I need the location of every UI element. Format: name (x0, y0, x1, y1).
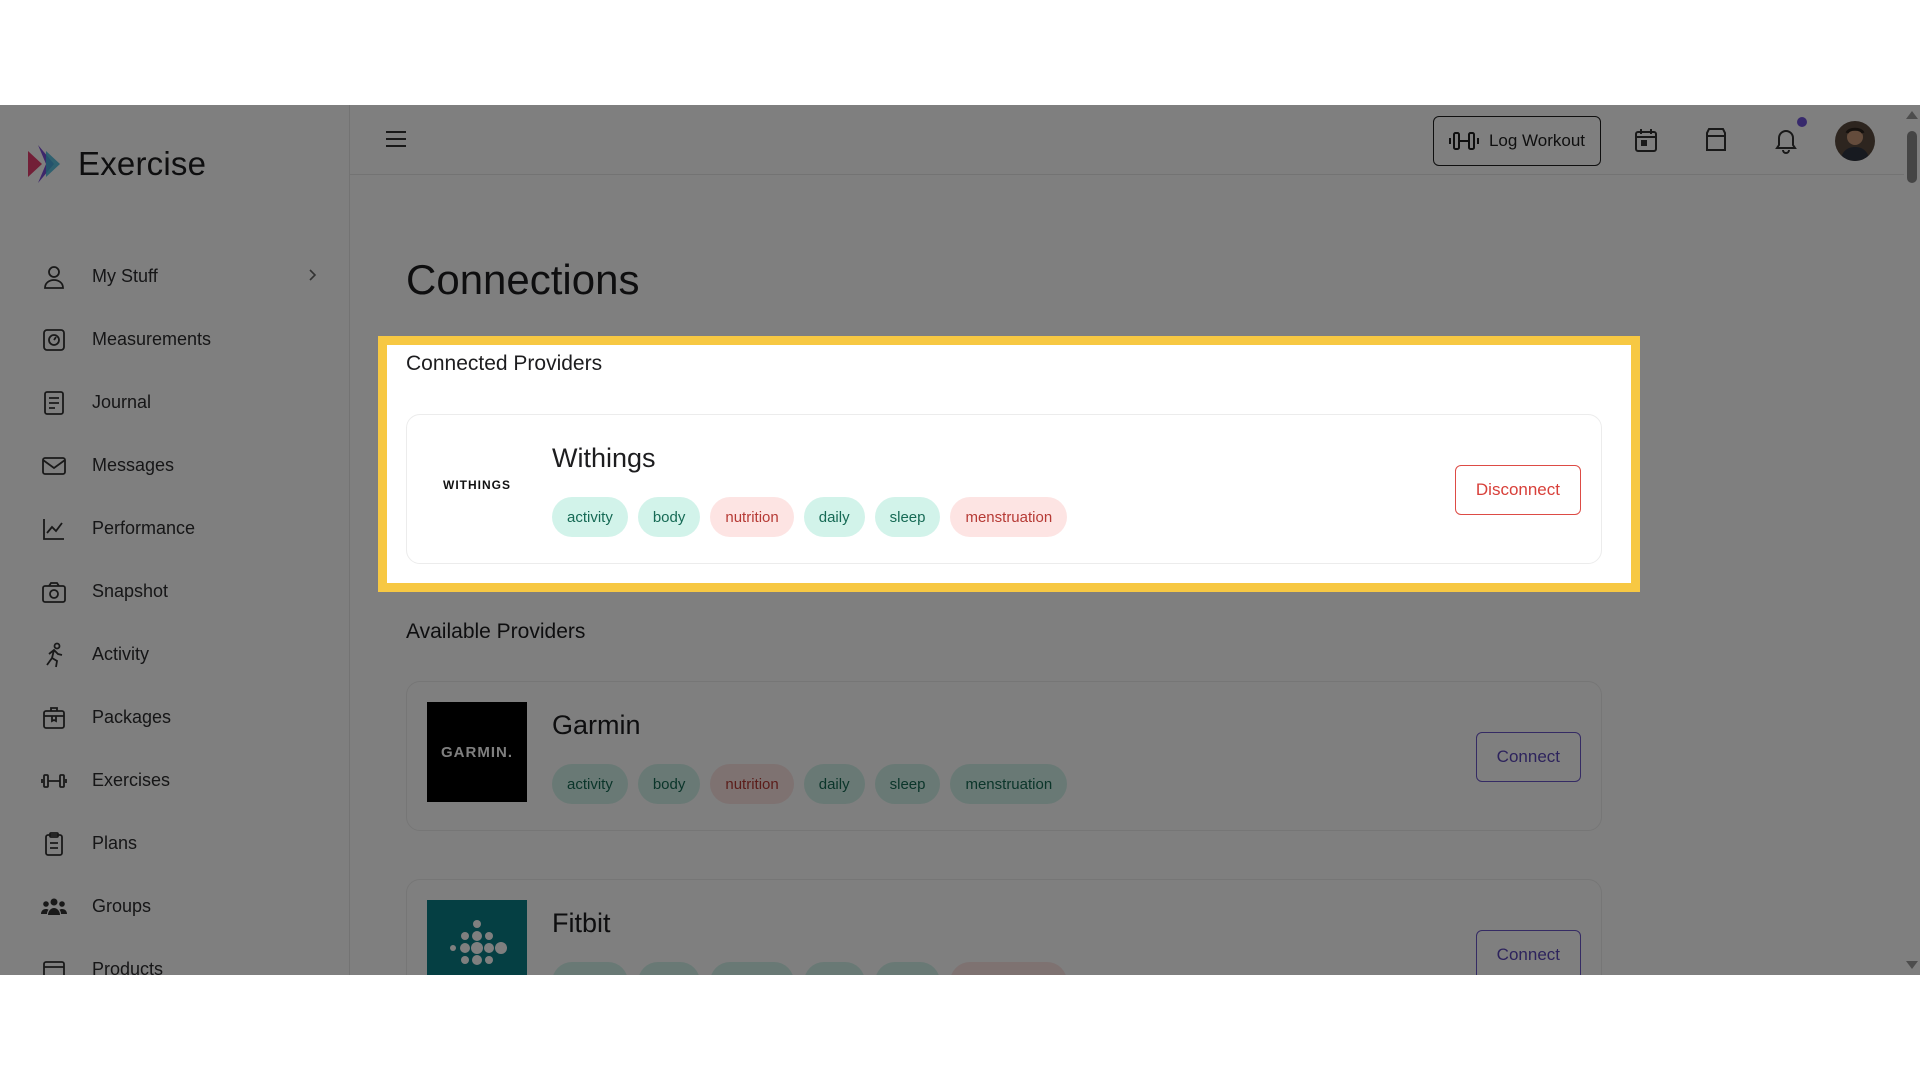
log-workout-label: Log Workout (1488, 131, 1586, 150)
journal-icon (44, 390, 64, 415)
sidebar-item-label: Plans (92, 833, 138, 853)
sidebar: Exercise My Stuff Measurements Journal M… (0, 105, 350, 975)
store-icon[interactable] (1702, 126, 1730, 154)
sidebar-item-snapshot[interactable]: Snapshot (40, 560, 320, 623)
tag: nutrition (710, 962, 794, 975)
scroll-thumb[interactable] (1907, 131, 1917, 183)
sidebar-item-plans[interactable]: Plans (40, 812, 320, 875)
page-title: Connections (406, 256, 640, 303)
run-icon (46, 642, 63, 667)
tag: menstruation (950, 497, 1068, 537)
withings-logo: WITHINGS (427, 435, 527, 535)
sidebar-item-label: Journal (92, 392, 152, 412)
tag: sleep (874, 764, 941, 804)
sidebar-item-messages[interactable]: Messages (40, 434, 320, 497)
garmin-logo: GARMIN. (427, 702, 527, 802)
app-title: Exercise (78, 145, 207, 182)
app-logo[interactable]: Exercise (24, 145, 206, 183)
tag: menstruation (950, 962, 1068, 975)
sidebar-item-label: Groups (92, 896, 152, 916)
highlighted-section: Connected Providers WITHINGS Withings ac… (378, 336, 1640, 592)
scroll-down-arrow-icon[interactable] (1906, 961, 1918, 969)
provider-tags: activity body nutrition daily sleep mens… (552, 497, 1068, 537)
tag: daily (803, 962, 865, 975)
tag: body (637, 764, 701, 804)
scrollbar[interactable] (1904, 105, 1920, 975)
calendar-icon[interactable] (1632, 126, 1660, 154)
tag: daily (803, 764, 865, 804)
sidebar-item-label: My Stuff (92, 266, 158, 286)
app-window: Exercise My Stuff Measurements Journal M… (0, 105, 1920, 975)
package-icon (43, 706, 65, 729)
tag: menstruation (950, 764, 1068, 804)
tag: sleep (874, 962, 941, 975)
sidebar-item-label: Messages (92, 455, 175, 475)
sidebar-item-activity[interactable]: Activity (40, 623, 320, 686)
scroll-up-arrow-icon[interactable] (1906, 111, 1918, 119)
sidebar-item-label: Measurements (92, 329, 212, 349)
sidebar-nav: My Stuff Measurements Journal Messages P… (40, 245, 320, 975)
chevron-right-icon (309, 269, 317, 281)
dumbbell-icon (1448, 132, 1479, 150)
provider-tags: activity body nutrition daily sleep mens… (552, 962, 1068, 975)
exercise-logo-icon (28, 145, 60, 183)
tag: activity (552, 497, 628, 537)
tag: sleep (874, 497, 941, 537)
sidebar-item-products[interactable]: Products (40, 938, 320, 975)
tag: nutrition (710, 764, 794, 804)
mail-icon (42, 456, 66, 475)
sidebar-item-measurements[interactable]: Measurements (40, 308, 320, 371)
dumbbell-icon (41, 773, 67, 788)
user-icon (44, 265, 64, 289)
tag: nutrition (710, 497, 794, 537)
provider-name: Withings (552, 443, 656, 473)
sidebar-item-label: Snapshot (92, 581, 169, 601)
group-icon (41, 898, 67, 915)
fitbit-dots-icon (450, 920, 507, 965)
sidebar-item-label: Products (92, 959, 164, 975)
provider-name: Garmin (552, 710, 641, 740)
fitbit-logo (427, 900, 527, 975)
tag: activity (552, 962, 628, 975)
provider-card-garmin: GARMIN. Garmin activity body nutrition d… (406, 681, 1602, 831)
sidebar-item-my-stuff[interactable]: My Stuff (40, 245, 320, 308)
connect-button-fitbit[interactable]: Connect (1475, 930, 1581, 975)
clipboard-icon (45, 831, 63, 856)
tag: body (637, 962, 701, 975)
sidebar-item-journal[interactable]: Journal (40, 371, 320, 434)
log-workout-button[interactable]: Log Workout (1433, 116, 1601, 166)
connect-button-garmin[interactable]: Connect (1475, 732, 1581, 782)
provider-name: Fitbit (552, 908, 611, 938)
scale-icon (43, 328, 65, 351)
products-icon (43, 960, 65, 975)
sidebar-item-label: Packages (92, 707, 172, 727)
tag: activity (552, 764, 628, 804)
provider-card-withings: WITHINGS Withings activity body nutritio… (406, 414, 1602, 564)
sidebar-item-groups[interactable]: Groups (40, 875, 320, 938)
sidebar-item-packages[interactable]: Packages (40, 686, 320, 749)
sidebar-item-label: Exercises (92, 770, 171, 790)
sidebar-item-performance[interactable]: Performance (40, 497, 320, 560)
user-avatar-icon (1835, 121, 1875, 161)
tag: daily (803, 497, 865, 537)
provider-tags: activity body nutrition daily sleep mens… (552, 764, 1068, 804)
bell-icon[interactable] (1772, 126, 1800, 154)
sidebar-item-label: Performance (92, 518, 196, 538)
avatar[interactable] (1835, 121, 1875, 161)
disconnect-button-withings[interactable]: Disconnect (1454, 465, 1581, 515)
notification-badge (1797, 117, 1807, 127)
withings-logo-text: WITHINGS (443, 478, 511, 492)
top-bar: Log Workout (350, 105, 1920, 175)
camera-icon (42, 581, 66, 603)
sidebar-item-label: Activity (92, 644, 150, 664)
tag: body (637, 497, 701, 537)
sidebar-item-exercises[interactable]: Exercises (40, 749, 320, 812)
available-providers-title: Available Providers (406, 620, 586, 643)
menu-icon[interactable] (382, 125, 410, 153)
garmin-logo-text: GARMIN. (441, 743, 513, 761)
provider-card-fitbit: Fitbit activity body nutrition daily sle… (406, 879, 1602, 975)
connected-providers-title: Connected Providers (406, 352, 603, 375)
chart-icon (43, 518, 64, 540)
